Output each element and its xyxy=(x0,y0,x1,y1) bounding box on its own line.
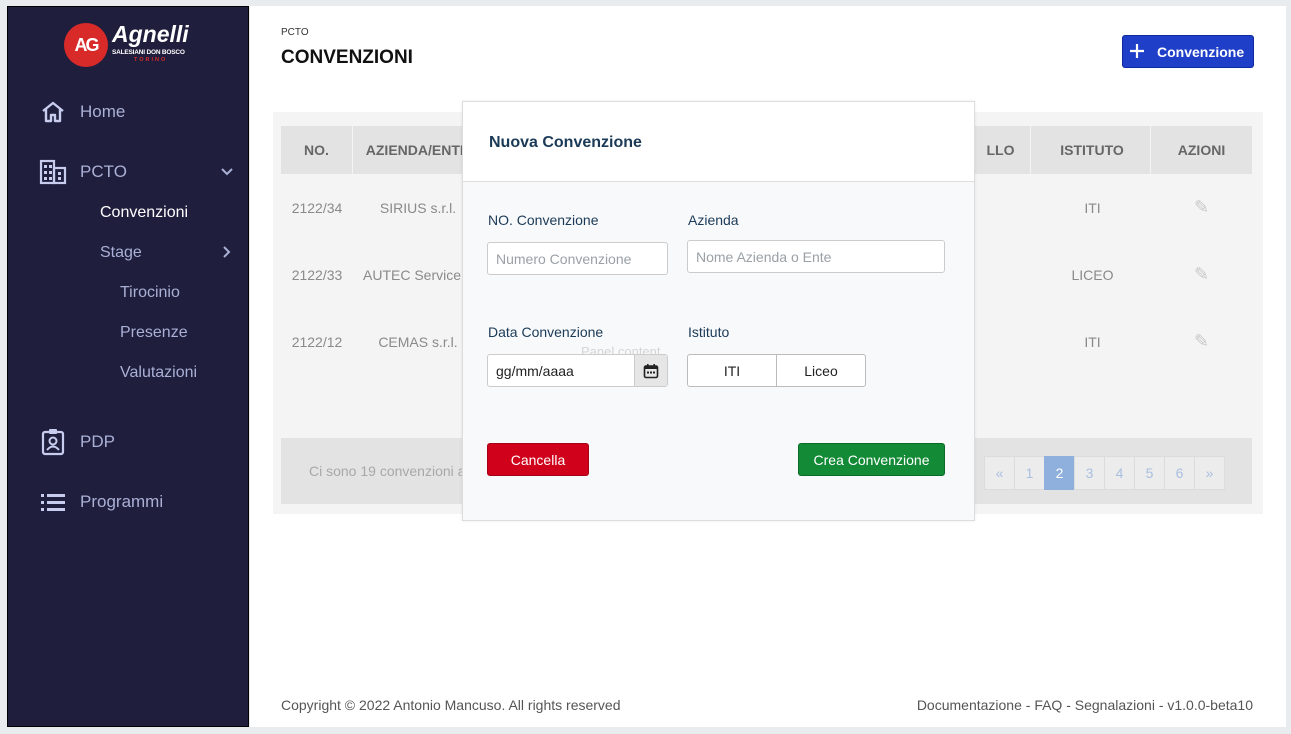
data-convenzione-label: Data Convenzione xyxy=(488,324,604,340)
chevron-down-icon xyxy=(220,164,234,180)
azienda-label: Azienda xyxy=(688,212,739,228)
nuova-convenzione-modal: Nuova Convenzione NO. Convenzione Aziend… xyxy=(462,101,975,521)
page-6[interactable]: 6 xyxy=(1164,456,1195,490)
modal-title: Nuova Convenzione xyxy=(489,134,642,151)
list-icon xyxy=(38,487,68,517)
cell-no: 2122/33 xyxy=(291,266,343,283)
create-convenzione-button[interactable]: Crea Convenzione xyxy=(798,443,945,476)
sidebar-item-home[interactable]: Home xyxy=(8,97,248,127)
cancel-button[interactable]: Cancella xyxy=(487,443,589,476)
sidebar-item-label: Valutazioni xyxy=(120,364,198,381)
date-value: gg/mm/aaaa xyxy=(496,363,574,379)
sidebar-item-label: Programmi xyxy=(80,492,164,511)
pagination: « 1 2 3 4 5 6 » xyxy=(984,456,1225,490)
sidebar-item-pdp[interactable]: PDP xyxy=(8,427,248,457)
calendar-icon[interactable] xyxy=(634,355,667,386)
page-5[interactable]: 5 xyxy=(1134,456,1165,490)
cell-istituto: ITI xyxy=(1084,199,1101,216)
sidebar-item-label: Tirocinio xyxy=(120,284,180,301)
column-header-azioni: AZIONI xyxy=(1177,142,1226,158)
home-icon xyxy=(38,97,68,127)
sidebar-item-label: Stage xyxy=(100,244,142,261)
footer-links[interactable]: Documentazione - FAQ - Segnalazioni - v1… xyxy=(917,697,1253,713)
column-header-tutor[interactable]: LLO xyxy=(971,126,1031,174)
cell-no: 2122/12 xyxy=(291,333,343,350)
sidebar: AG Agnelli SALESIANI DON BOSCO TORINO Ho… xyxy=(7,6,249,727)
page-next[interactable]: » xyxy=(1194,456,1225,490)
page-1[interactable]: 1 xyxy=(1014,456,1045,490)
sidebar-item-stage[interactable]: Stage xyxy=(100,240,232,266)
no-convenzione-label: NO. Convenzione xyxy=(488,212,599,228)
main-content: PCTO CONVENZIONI Convenzione NO. AZIENDA… xyxy=(250,6,1286,727)
azienda-input[interactable] xyxy=(687,240,945,273)
sidebar-item-label: PDP xyxy=(80,432,115,451)
sidebar-item-label: Convenzioni xyxy=(100,204,189,221)
edit-pencil-icon[interactable]: ✎ xyxy=(1151,308,1252,375)
add-convenzione-button[interactable]: Convenzione xyxy=(1122,35,1254,68)
chevron-right-icon xyxy=(222,245,232,262)
plus-icon xyxy=(1129,42,1147,62)
istituto-option-liceo[interactable]: Liceo xyxy=(776,355,865,386)
cell-no: 2122/34 xyxy=(291,199,343,216)
sidebar-item-label: Home xyxy=(80,102,126,121)
page-4[interactable]: 4 xyxy=(1104,456,1135,490)
id-badge-icon xyxy=(38,427,68,457)
cell-istituto: ITI xyxy=(1084,333,1101,350)
istituto-label: Istituto xyxy=(688,324,730,340)
sidebar-item-pcto[interactable]: PCTO xyxy=(8,157,248,187)
istituto-selector: ITI Liceo xyxy=(687,354,866,387)
building-icon xyxy=(38,157,68,187)
breadcrumb[interactable]: PCTO xyxy=(281,27,309,38)
edit-pencil-icon[interactable]: ✎ xyxy=(1151,174,1252,241)
logo-name: Agnelli xyxy=(112,21,189,47)
page-title: CONVENZIONI xyxy=(281,47,413,68)
page-3[interactable]: 3 xyxy=(1074,456,1105,490)
page-2[interactable]: 2 xyxy=(1044,456,1075,490)
add-button-label: Convenzione xyxy=(1157,43,1245,60)
sidebar-item-programmi[interactable]: Programmi xyxy=(8,487,248,517)
istituto-option-iti[interactable]: ITI xyxy=(688,355,776,386)
column-header-istituto[interactable]: ISTITUTO xyxy=(1034,126,1151,174)
logo-emblem: AG xyxy=(64,23,108,67)
no-convenzione-input[interactable] xyxy=(487,242,668,275)
edit-pencil-icon[interactable]: ✎ xyxy=(1151,241,1252,308)
agnelli-logo[interactable]: AG Agnelli SALESIANI DON BOSCO TORINO xyxy=(64,21,196,69)
sidebar-item-label: PCTO xyxy=(80,162,127,181)
column-header-no[interactable]: NO. xyxy=(281,126,353,174)
page-prev[interactable]: « xyxy=(984,456,1015,490)
cell-istituto: LICEO xyxy=(1071,266,1114,283)
results-count: Ci sono 19 convenzioni a xyxy=(309,463,466,479)
modal-header: Nuova Convenzione xyxy=(463,102,974,182)
copyright-text: Copyright © 2022 Antonio Mancuso. All ri… xyxy=(281,697,621,713)
logo-city: TORINO xyxy=(134,57,168,63)
sidebar-item-label: Presenze xyxy=(120,324,188,341)
logo-subtitle: SALESIANI DON BOSCO xyxy=(112,49,185,56)
data-convenzione-input[interactable]: gg/mm/aaaa xyxy=(487,354,668,387)
